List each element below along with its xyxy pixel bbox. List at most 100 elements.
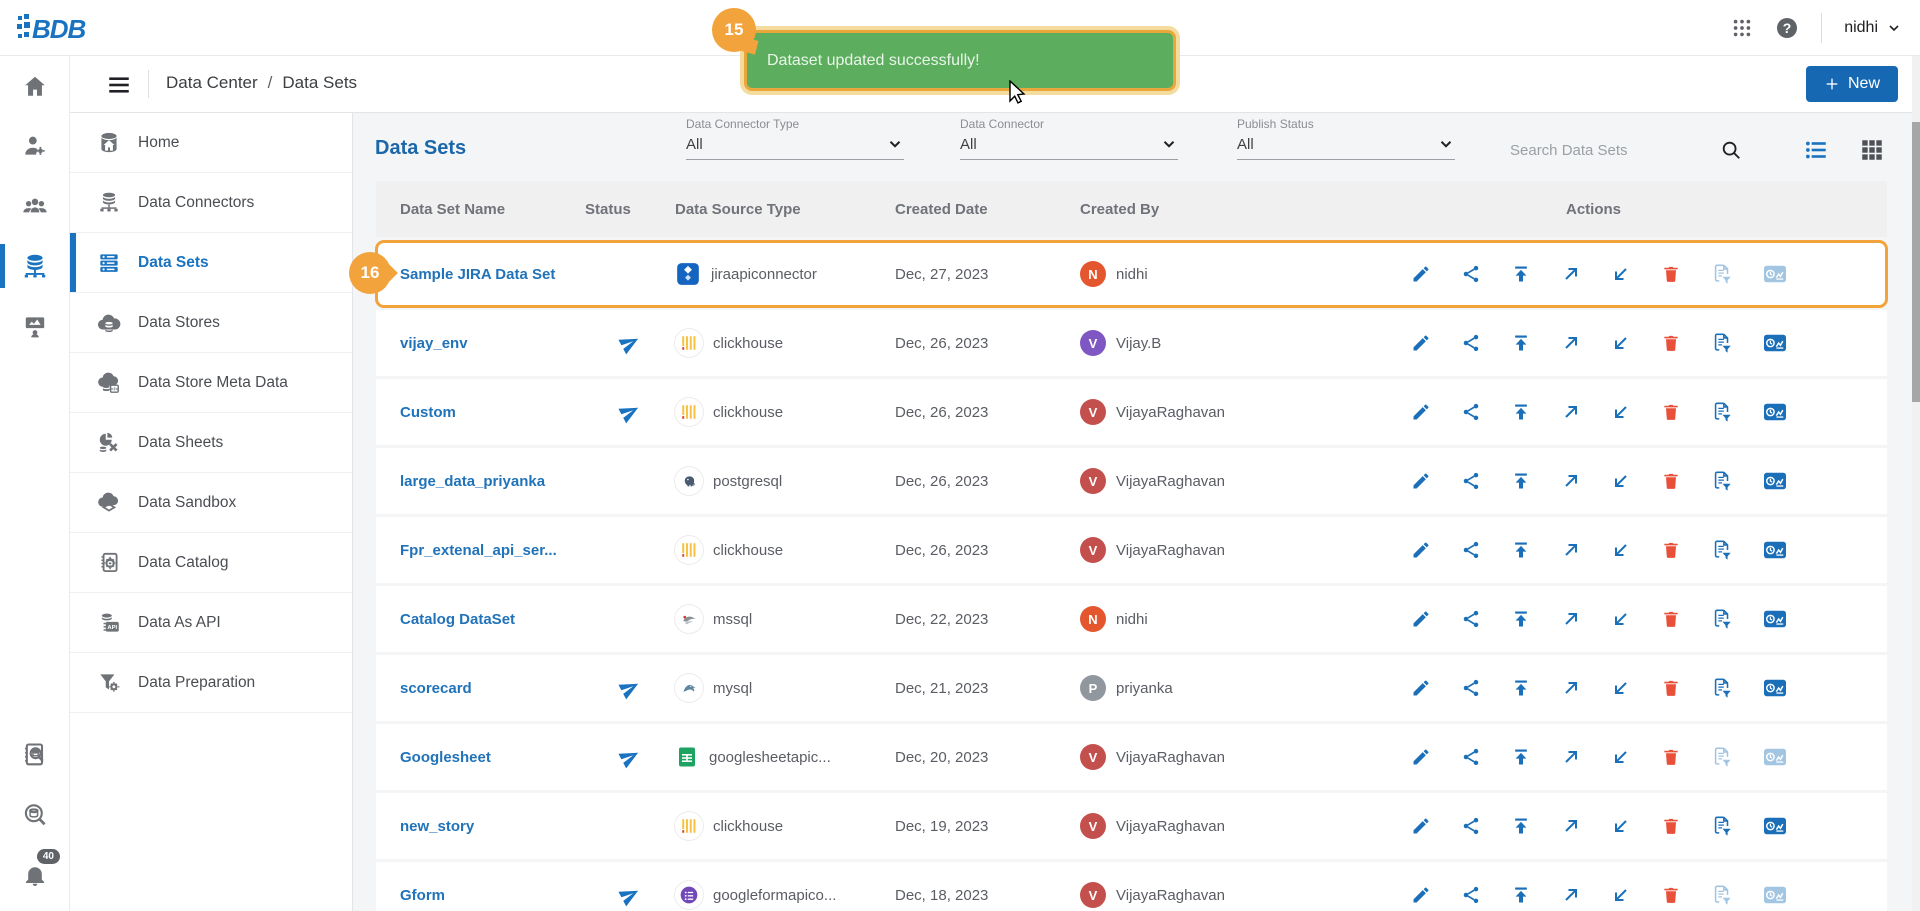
vertical-scrollbar[interactable]: [1912, 56, 1920, 911]
data-set-name-link[interactable]: scorecard: [400, 680, 585, 697]
data-prep-action-icon[interactable]: [1711, 746, 1733, 768]
delete-action-icon[interactable]: [1661, 402, 1681, 422]
profile-action-icon[interactable]: [1763, 263, 1787, 285]
edit-action-icon[interactable]: [1411, 540, 1431, 560]
rail-item-data-audit[interactable]: [0, 725, 70, 785]
filter-data-connector-type[interactable]: Data Connector TypeAll: [686, 117, 904, 160]
data-prep-action-icon[interactable]: [1711, 608, 1733, 630]
push-to-vcs-action-icon[interactable]: [1561, 609, 1581, 629]
delete-action-icon[interactable]: [1661, 333, 1681, 353]
grid-view-icon[interactable]: [1859, 137, 1885, 163]
publish-action-icon[interactable]: [1511, 678, 1531, 698]
rail-item-business-story[interactable]: [0, 296, 69, 356]
publish-action-icon[interactable]: [1511, 816, 1531, 836]
sidebar-item-data-sandbox[interactable]: Data Sandbox: [70, 473, 352, 533]
delete-action-icon[interactable]: [1661, 885, 1681, 905]
data-prep-action-icon[interactable]: [1711, 332, 1733, 354]
sidebar-item-data-connectors[interactable]: Data Connectors: [70, 173, 352, 233]
profile-action-icon[interactable]: [1763, 815, 1787, 837]
edit-action-icon[interactable]: [1411, 471, 1431, 491]
data-set-name-link[interactable]: Custom: [400, 404, 585, 421]
data-prep-action-icon[interactable]: [1711, 539, 1733, 561]
data-set-name-link[interactable]: new_story: [400, 818, 585, 835]
profile-action-icon[interactable]: [1763, 677, 1787, 699]
rail-item-data-center[interactable]: [0, 236, 69, 296]
edit-action-icon[interactable]: [1411, 885, 1431, 905]
breadcrumb-data-sets[interactable]: Data Sets: [282, 73, 357, 93]
rail-item-data-search[interactable]: [0, 785, 70, 845]
bdb-logo[interactable]: BDB: [14, 8, 124, 48]
push-to-vcs-action-icon[interactable]: [1561, 540, 1581, 560]
push-to-vcs-action-icon[interactable]: [1561, 885, 1581, 905]
data-prep-action-icon[interactable]: [1711, 263, 1733, 285]
edit-action-icon[interactable]: [1411, 264, 1431, 284]
edit-action-icon[interactable]: [1411, 747, 1431, 767]
data-set-name-link[interactable]: Sample JIRA Data Set: [400, 266, 585, 283]
delete-action-icon[interactable]: [1661, 747, 1681, 767]
filter-data-connector[interactable]: Data ConnectorAll: [960, 117, 1178, 160]
data-prep-action-icon[interactable]: [1711, 401, 1733, 423]
data-prep-action-icon[interactable]: [1711, 884, 1733, 906]
share-action-icon[interactable]: [1461, 678, 1481, 698]
push-to-vcs-action-icon[interactable]: [1561, 471, 1581, 491]
breadcrumb-data-center[interactable]: Data Center: [166, 73, 258, 93]
share-action-icon[interactable]: [1461, 402, 1481, 422]
list-view-icon[interactable]: [1803, 137, 1829, 163]
push-to-vcs-action-icon[interactable]: [1561, 747, 1581, 767]
hamburger-menu-icon[interactable]: [106, 72, 132, 98]
profile-action-icon[interactable]: [1763, 746, 1787, 768]
pull-from-vcs-action-icon[interactable]: [1611, 747, 1631, 767]
publish-action-icon[interactable]: [1511, 402, 1531, 422]
filter-publish-status[interactable]: Publish StatusAll: [1237, 117, 1455, 160]
pull-from-vcs-action-icon[interactable]: [1611, 402, 1631, 422]
pull-from-vcs-action-icon[interactable]: [1611, 816, 1631, 836]
data-set-name-link[interactable]: vijay_env: [400, 335, 585, 352]
pull-from-vcs-action-icon[interactable]: [1611, 885, 1631, 905]
rail-item-user-groups[interactable]: [0, 176, 69, 236]
publish-action-icon[interactable]: [1511, 540, 1531, 560]
push-to-vcs-action-icon[interactable]: [1561, 402, 1581, 422]
push-to-vcs-action-icon[interactable]: [1561, 333, 1581, 353]
user-menu[interactable]: nidhi: [1844, 19, 1902, 37]
share-action-icon[interactable]: [1461, 885, 1481, 905]
profile-action-icon[interactable]: [1763, 884, 1787, 906]
push-to-vcs-action-icon[interactable]: [1561, 816, 1581, 836]
publish-action-icon[interactable]: [1511, 333, 1531, 353]
pull-from-vcs-action-icon[interactable]: [1611, 540, 1631, 560]
sidebar-item-home[interactable]: Home: [70, 113, 352, 173]
delete-action-icon[interactable]: [1661, 678, 1681, 698]
pull-from-vcs-action-icon[interactable]: [1611, 609, 1631, 629]
edit-action-icon[interactable]: [1411, 678, 1431, 698]
edit-action-icon[interactable]: [1411, 816, 1431, 836]
sidebar-item-data-preparation[interactable]: Data Preparation: [70, 653, 352, 713]
rail-item-user-admin[interactable]: [0, 116, 69, 176]
data-set-name-link[interactable]: large_data_priyanka: [400, 473, 585, 490]
rail-item-home[interactable]: [0, 56, 69, 116]
push-to-vcs-action-icon[interactable]: [1561, 264, 1581, 284]
publish-action-icon[interactable]: [1511, 885, 1531, 905]
sidebar-item-data-store-meta-data[interactable]: </>Data Store Meta Data: [70, 353, 352, 413]
push-to-vcs-action-icon[interactable]: [1561, 678, 1581, 698]
pull-from-vcs-action-icon[interactable]: [1611, 333, 1631, 353]
profile-action-icon[interactable]: [1763, 539, 1787, 561]
publish-action-icon[interactable]: [1511, 471, 1531, 491]
publish-action-icon[interactable]: [1511, 609, 1531, 629]
profile-action-icon[interactable]: [1763, 332, 1787, 354]
data-set-name-link[interactable]: Gform: [400, 887, 585, 904]
delete-action-icon[interactable]: [1661, 264, 1681, 284]
share-action-icon[interactable]: [1461, 816, 1481, 836]
share-action-icon[interactable]: [1461, 747, 1481, 767]
share-action-icon[interactable]: [1461, 333, 1481, 353]
share-action-icon[interactable]: [1461, 264, 1481, 284]
help-icon[interactable]: ?: [1775, 16, 1799, 40]
delete-action-icon[interactable]: [1661, 540, 1681, 560]
data-set-name-link[interactable]: Googlesheet: [400, 749, 585, 766]
share-action-icon[interactable]: [1461, 540, 1481, 560]
sidebar-item-data-as-api[interactable]: APIData As API: [70, 593, 352, 653]
sidebar-item-data-sets[interactable]: Data Sets: [70, 233, 352, 293]
sidebar-item-data-catalog[interactable]: Data Catalog: [70, 533, 352, 593]
delete-action-icon[interactable]: [1661, 816, 1681, 836]
publish-action-icon[interactable]: [1511, 747, 1531, 767]
rail-item-notifications[interactable]: 40: [0, 845, 70, 905]
publish-action-icon[interactable]: [1511, 264, 1531, 284]
